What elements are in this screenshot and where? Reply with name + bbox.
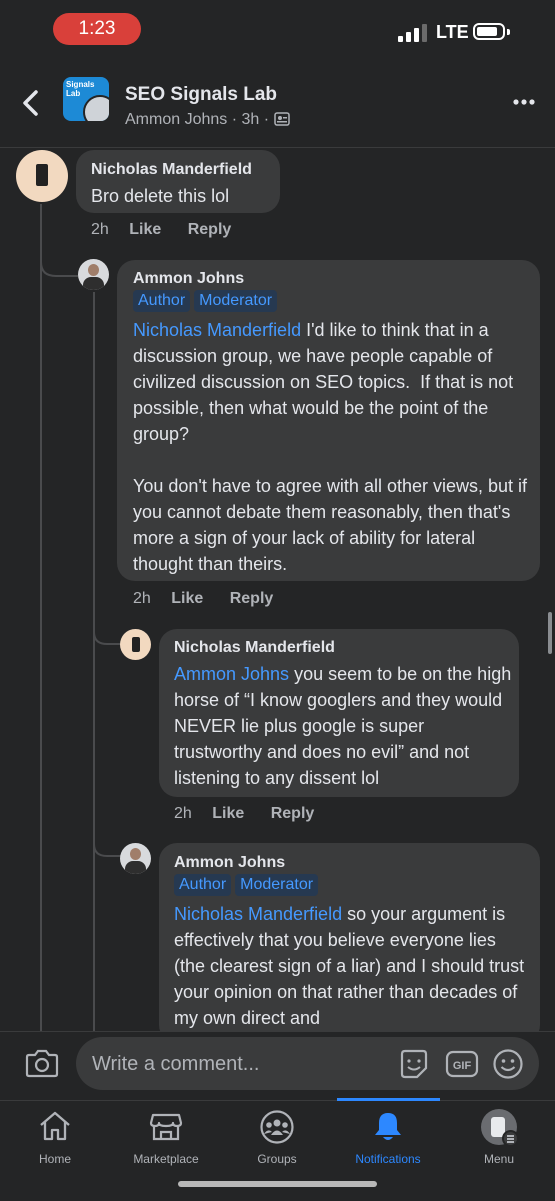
comment-author[interactable]: Ammon Johns <box>133 270 244 288</box>
home-indicator <box>178 1181 377 1187</box>
back-icon[interactable] <box>20 86 42 120</box>
comment-bubble: Nicholas Manderfield Ammon Johns you see… <box>159 629 519 797</box>
comment-time: 2h <box>91 221 109 238</box>
tab-menu[interactable]: Menu <box>444 1104 554 1174</box>
tab-label: Home <box>38 1152 71 1166</box>
like-button[interactable]: Like <box>212 805 244 822</box>
comment-text: Nicholas Manderfield so your argument is… <box>174 901 530 1031</box>
thread-connector <box>40 240 78 277</box>
tab-label: Marketplace <box>133 1152 199 1166</box>
tab-label: Notifications <box>355 1152 421 1166</box>
svg-text:GIF: GIF <box>453 1060 472 1072</box>
tab-label: Menu <box>483 1152 515 1166</box>
commenter-avatar[interactable] <box>16 150 68 202</box>
group-title[interactable]: SEO Signals Lab <box>125 84 277 106</box>
network-type: LTE <box>436 22 469 42</box>
thread-line <box>93 292 95 1032</box>
mention-link[interactable]: Ammon Johns <box>174 664 289 684</box>
reply-button[interactable]: Reply <box>271 805 315 822</box>
comment-time: 2h <box>174 805 192 822</box>
tab-groups[interactable]: Groups <box>222 1104 332 1174</box>
scrollbar[interactable] <box>548 612 552 654</box>
comment-time: 2h <box>133 590 151 607</box>
comment-text: Nicholas Manderfield I'd like to think t… <box>133 317 529 577</box>
comment-placeholder: Write a comment... <box>92 1053 260 1075</box>
battery-tip <box>507 29 510 35</box>
badges: Author Moderator <box>174 874 322 896</box>
home-icon <box>40 1111 70 1141</box>
commenter-avatar[interactable] <box>120 843 151 874</box>
author-badge: Author <box>174 874 232 896</box>
post-subtitle: Ammon Johns · 3h · <box>125 111 290 129</box>
commenter-avatar[interactable] <box>120 629 151 660</box>
thread-connector <box>93 830 121 857</box>
comment-text: Ammon Johns you seem to be on the high h… <box>174 661 514 791</box>
gif-icon[interactable]: GIF <box>445 1049 479 1079</box>
comment-bubble: Ammon Johns Author Moderator Nicholas Man… <box>117 260 540 581</box>
comment-bubble: Nicholas Manderfield Bro delete this lol <box>76 150 280 213</box>
bell-icon <box>375 1113 401 1140</box>
status-time: 1:23 <box>53 13 141 45</box>
group-avatar[interactable]: Signals Lab <box>63 77 109 121</box>
badges: Author Moderator <box>133 290 281 312</box>
thread-connector <box>93 618 121 645</box>
more-options-icon[interactable] <box>513 99 535 105</box>
mention-link[interactable]: Nicholas Manderfield <box>133 320 301 340</box>
author-avatar-small <box>83 95 109 121</box>
tab-marketplace[interactable]: Marketplace <box>111 1104 221 1174</box>
moderator-badge: Moderator <box>194 290 278 312</box>
comment-author[interactable]: Nicholas Manderfield <box>174 639 335 657</box>
post-age: 3h <box>241 111 260 128</box>
marketplace-icon <box>149 1113 183 1141</box>
reply-button[interactable]: Reply <box>230 590 274 607</box>
like-button[interactable]: Like <box>171 590 203 607</box>
menu-icon <box>502 1130 519 1147</box>
comment-meta: 2h Like Reply <box>91 221 231 239</box>
group-privacy-icon <box>273 112 290 126</box>
comment-meta: 2h Like Reply <box>174 805 314 823</box>
comment-meta: 2h Like Reply <box>133 590 273 608</box>
battery-icon <box>473 23 505 40</box>
like-button[interactable]: Like <box>129 221 161 238</box>
comment-text-body: I'd like to think that in a discussion g… <box>133 320 528 574</box>
moderator-badge: Moderator <box>235 874 319 896</box>
comment-author[interactable]: Ammon Johns <box>174 854 285 872</box>
groups-icon <box>260 1110 294 1144</box>
mention-link[interactable]: Nicholas Manderfield <box>174 904 342 924</box>
comment-bubble: Ammon Johns Author Moderator Nicholas Man… <box>159 843 540 1043</box>
post-author[interactable]: Ammon Johns <box>125 111 227 128</box>
camera-icon[interactable] <box>25 1048 59 1078</box>
comment-author[interactable]: Nicholas Manderfield <box>91 161 252 179</box>
reply-button[interactable]: Reply <box>188 221 232 238</box>
active-tab-indicator <box>337 1098 440 1101</box>
sticker-icon[interactable] <box>397 1048 431 1080</box>
header-divider <box>0 147 555 148</box>
tab-home[interactable]: Home <box>0 1104 110 1174</box>
tab-notifications[interactable]: Notifications <box>333 1104 443 1174</box>
tab-label: Groups <box>257 1152 297 1166</box>
thread-line <box>40 204 42 1032</box>
commenter-avatar[interactable] <box>78 259 109 290</box>
comment-text: Bro delete this lol <box>91 186 230 206</box>
signal-icon <box>398 24 427 42</box>
author-badge: Author <box>133 290 191 312</box>
emoji-icon[interactable] <box>492 1048 524 1080</box>
